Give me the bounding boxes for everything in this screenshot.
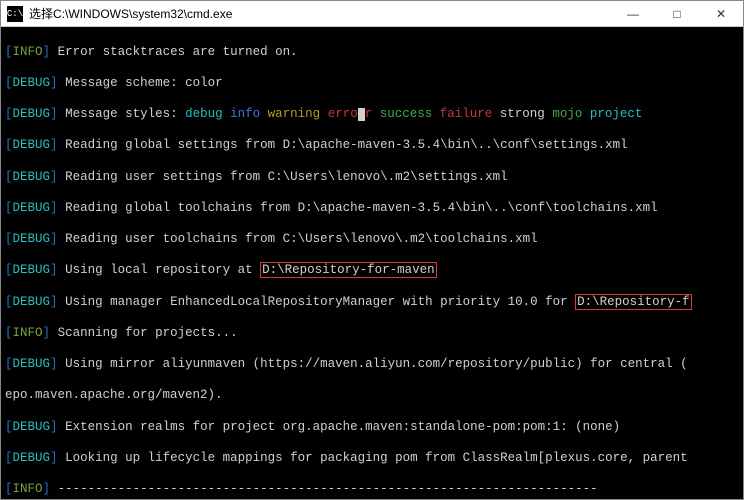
log-line: [INFO] ---------------------------------… xyxy=(5,482,739,498)
log-line: [INFO] Scanning for projects... xyxy=(5,326,739,342)
log-line: [DEBUG] Reading global toolchains from D… xyxy=(5,201,739,217)
cmd-window: C:\ 选择C:\WINDOWS\system32\cmd.exe — □ ✕ … xyxy=(0,0,744,500)
log-line: [INFO] Error stacktraces are turned on. xyxy=(5,45,739,61)
log-line: [DEBUG] Looking up lifecycle mappings fo… xyxy=(5,451,739,467)
log-line: [DEBUG] Using local repository at D:\Rep… xyxy=(5,263,739,279)
minimize-button[interactable]: — xyxy=(611,1,655,26)
cmd-icon: C:\ xyxy=(7,6,23,22)
close-button[interactable]: ✕ xyxy=(699,1,743,26)
log-line: [DEBUG] Reading user settings from C:\Us… xyxy=(5,170,739,186)
log-line: [DEBUG] Message styles: debug info warni… xyxy=(5,107,739,123)
titlebar[interactable]: C:\ 选择C:\WINDOWS\system32\cmd.exe — □ ✕ xyxy=(1,1,743,27)
log-line: [DEBUG] Message scheme: color xyxy=(5,76,739,92)
log-line: [DEBUG] Using mirror aliyunmaven (https:… xyxy=(5,357,739,373)
log-line: epo.maven.apache.org/maven2). xyxy=(5,388,739,404)
maximize-button[interactable]: □ xyxy=(655,1,699,26)
log-line: [DEBUG] Reading user toolchains from C:\… xyxy=(5,232,739,248)
log-line: [DEBUG] Using manager EnhancedLocalRepos… xyxy=(5,295,739,311)
log-line: [DEBUG] Reading global settings from D:\… xyxy=(5,138,739,154)
text-cursor xyxy=(358,108,365,121)
window-controls: — □ ✕ xyxy=(611,1,743,26)
log-line: [DEBUG] Extension realms for project org… xyxy=(5,420,739,436)
terminal-output[interactable]: [INFO] Error stacktraces are turned on. … xyxy=(1,27,743,499)
highlighted-path: D:\Repository-f xyxy=(575,294,692,310)
window-title: 选择C:\WINDOWS\system32\cmd.exe xyxy=(29,5,611,22)
highlighted-path: D:\Repository-for-maven xyxy=(260,262,437,278)
